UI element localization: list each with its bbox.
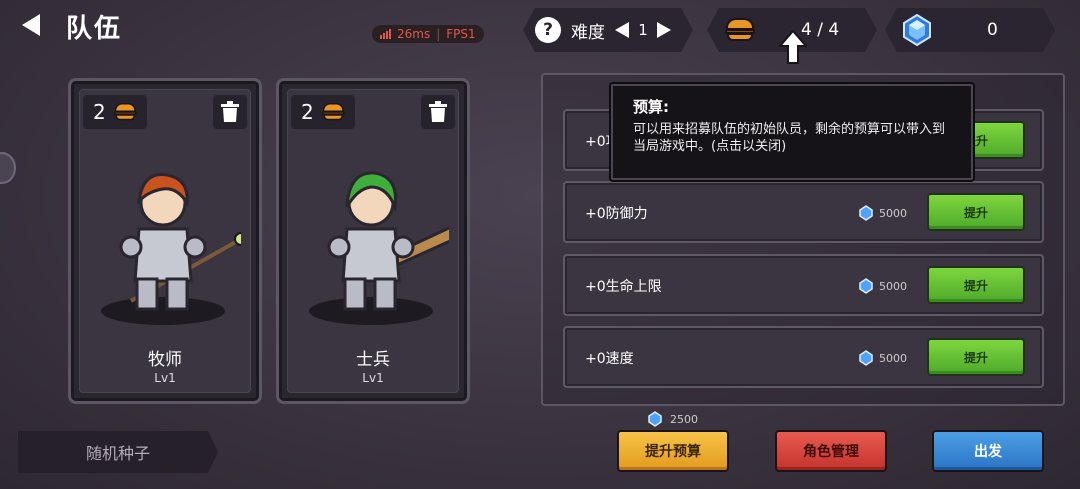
hero-card-soldier[interactable]: 2 士兵 Lv1 <box>276 78 470 404</box>
difficulty-selector: ? 难度 1 <box>523 8 693 52</box>
gem-icon <box>859 205 873 221</box>
perf-separator: | <box>436 27 441 41</box>
role-management-button[interactable]: 角色管理 <box>775 430 887 472</box>
upgrade-budget-cost: 2500 <box>648 411 698 427</box>
upgrade-max-hp-button[interactable]: 提升 <box>927 266 1025 304</box>
trash-icon <box>429 101 447 122</box>
gem-icon <box>903 14 931 46</box>
budget-tooltip[interactable]: 预算: 可以用来招募队伍的初始队员，剩余的预算可以带入到当局游戏中。(点击以关闭… <box>611 84 973 180</box>
stat-row-max-hp: +0生命上限 5000 提升 <box>563 254 1044 316</box>
arrow-right-icon[interactable] <box>657 22 671 38</box>
gem-display: 0 <box>885 8 1055 52</box>
hero-level: Lv1 <box>154 371 176 385</box>
upgrade-speed-button[interactable]: 提升 <box>927 338 1025 376</box>
side-drawer-handle[interactable] <box>0 152 16 184</box>
upgrade-budget-button[interactable]: 提升预算 <box>617 430 729 472</box>
trash-icon <box>221 101 239 122</box>
pointer-arrow-icon <box>779 30 807 64</box>
hero-card-priest[interactable]: 2 牧师 Lv1 <box>68 78 262 404</box>
performance-badge: 26ms | FPS1 <box>372 25 484 43</box>
back-arrow-icon[interactable] <box>22 14 40 36</box>
difficulty-label: 难度 <box>571 22 605 43</box>
stat-label: +0防御力 <box>585 206 648 222</box>
hero-cost: 2 <box>93 100 106 124</box>
stat-cost-value: 5000 <box>879 206 907 220</box>
tooltip-title: 预算: <box>633 98 669 116</box>
gem-count: 0 <box>987 20 998 40</box>
burger-coin-icon <box>321 103 345 121</box>
upgrade-defense-button[interactable]: 提升 <box>927 193 1025 231</box>
tooltip-body: 可以用来招募队伍的初始队员，剩余的预算可以带入到当局游戏中。(点击以关闭) <box>633 122 946 154</box>
gem-icon <box>859 350 873 366</box>
remove-hero-button[interactable] <box>421 95 455 129</box>
stat-row-speed: +0速度 5000 提升 <box>563 326 1044 388</box>
hero-cost: 2 <box>301 100 314 124</box>
depart-button[interactable]: 出发 <box>932 430 1044 472</box>
hero-name: 士兵 <box>356 350 390 370</box>
gem-icon <box>859 278 873 294</box>
arrow-left-icon[interactable] <box>615 22 629 38</box>
upgrade-budget-cost-value: 2500 <box>670 412 698 426</box>
page-title: 队伍 <box>66 14 123 44</box>
question-icon[interactable]: ? <box>535 17 561 43</box>
hero-cost-badge: 2 <box>83 95 147 129</box>
burger-coin-icon <box>725 18 755 42</box>
soldier-sprite <box>309 171 449 325</box>
stat-cost: 5000 <box>859 205 907 221</box>
signal-icon <box>380 29 391 39</box>
random-seed-field[interactable]: 随机种子 <box>18 431 218 473</box>
difficulty-value: 1 <box>638 21 648 39</box>
fps-text: FPS1 <box>446 27 476 41</box>
stat-row-defense: +0防御力 5000 提升 <box>563 181 1044 243</box>
stat-cost: 5000 <box>859 350 907 366</box>
gem-icon <box>648 411 662 427</box>
burger-coin-icon <box>113 103 137 121</box>
hero-name: 牧师 <box>148 350 182 370</box>
latency-text: 26ms <box>397 27 431 41</box>
hero-cost-badge: 2 <box>291 95 355 129</box>
stat-cost-value: 5000 <box>879 351 907 365</box>
remove-hero-button[interactable] <box>213 95 247 129</box>
stat-cost: 5000 <box>859 278 907 294</box>
stat-label: +0生命上限 <box>585 279 662 295</box>
stat-label: +0速度 <box>585 351 634 367</box>
priest-sprite <box>101 173 241 325</box>
stat-cost-value: 5000 <box>879 279 907 293</box>
hero-level: Lv1 <box>362 371 384 385</box>
